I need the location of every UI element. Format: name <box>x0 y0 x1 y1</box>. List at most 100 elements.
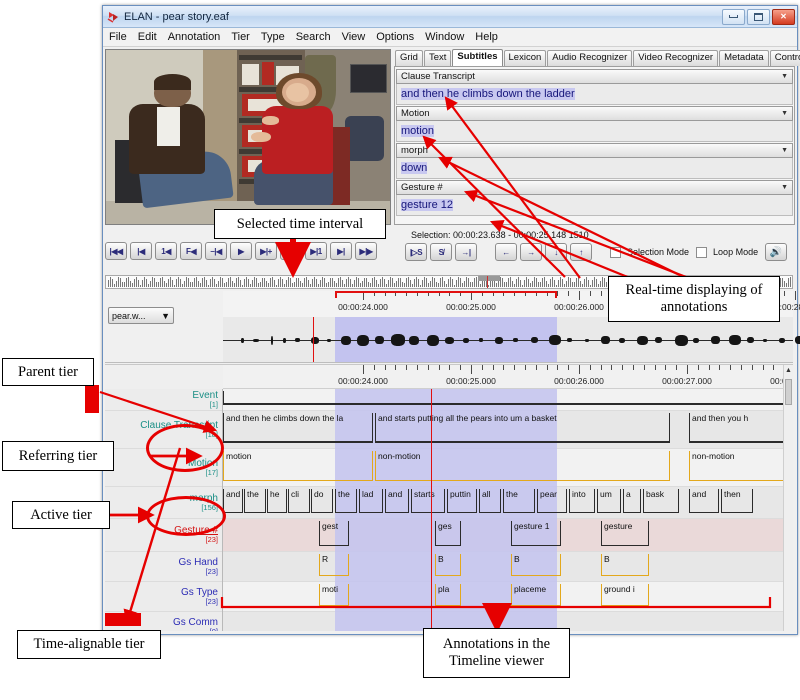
annotation-block[interactable]: he <box>267 489 287 513</box>
transport-button-3[interactable]: F◀ <box>180 242 202 260</box>
tier-row-gs-type[interactable] <box>223 582 783 612</box>
loop-mode-checkbox[interactable] <box>696 246 708 258</box>
menu-item-edit[interactable]: Edit <box>138 31 157 43</box>
tier-label-gs-type[interactable]: Gs Type [23] <box>105 582 222 612</box>
annotation-block[interactable]: cli <box>288 489 310 513</box>
annotation-block[interactable]: B <box>601 554 649 576</box>
annotation-block[interactable]: um <box>597 489 621 513</box>
subtitle-tier-selector-0[interactable]: Clause Transcript ▼ <box>396 69 793 84</box>
annotation-block[interactable]: and then you h <box>689 413 789 443</box>
annotation-block[interactable]: the <box>503 489 535 513</box>
subtitle-value-2[interactable]: down <box>396 158 793 179</box>
tier-down-button[interactable]: ↓ <box>545 243 567 261</box>
annotation-block[interactable]: do <box>311 489 333 513</box>
tab-metadata[interactable]: Metadata <box>719 50 769 66</box>
annotation-block[interactable]: and <box>385 489 409 513</box>
menu-item-options[interactable]: Options <box>376 31 414 43</box>
transport-button-8[interactable]: ▶|1 <box>305 242 327 260</box>
annotation-block[interactable]: bask <box>643 489 679 513</box>
transport-button-0[interactable]: |◀◀ <box>105 242 127 260</box>
menu-item-window[interactable]: Window <box>425 31 464 43</box>
annotation-block[interactable]: and then he climbs down the la <box>223 413 373 443</box>
previous-annotation-button[interactable]: ← <box>495 243 517 261</box>
annotation-block[interactable]: R <box>319 554 349 576</box>
tier-row-gs-hand[interactable] <box>223 552 783 582</box>
annotation-block[interactable]: then <box>721 489 753 513</box>
annotation-block[interactable]: and <box>689 489 719 513</box>
speaker-icon[interactable]: 🔊 <box>765 243 788 261</box>
annotation-block[interactable]: gesture <box>601 521 649 546</box>
tier-up-button[interactable]: ↑ <box>570 243 592 261</box>
selection-play-button[interactable]: |▷S <box>405 243 427 261</box>
tab-grid[interactable]: Grid <box>395 50 423 66</box>
subtitle-value-0[interactable]: and then he climbs down the ladder <box>396 84 793 105</box>
transport-button-2[interactable]: 1◀ <box>155 242 177 260</box>
tier-rows-area[interactable]: and then he climbs down the la and starts… <box>223 389 789 631</box>
waveform-canvas[interactable] <box>223 317 800 362</box>
transport-button-1[interactable]: |◀ <box>130 242 152 260</box>
annotation-block[interactable]: puttin <box>447 489 477 513</box>
annotation-block[interactable] <box>223 391 783 405</box>
menu-item-view[interactable]: View <box>342 31 366 43</box>
annotation-block[interactable]: gest <box>319 521 349 546</box>
tab-controls[interactable]: Controls <box>769 50 800 66</box>
tier-label-gs-hand[interactable]: Gs Hand [23] <box>105 552 222 582</box>
waveform-track-selector[interactable]: pear.w... ▼ <box>108 307 174 324</box>
scrollbar-thumb[interactable] <box>785 379 792 405</box>
timeline-ruler[interactable]: 00:00:24.000 00:00:25.000 00:00:26.000 00:0… <box>223 365 793 389</box>
annotation-block[interactable]: and <box>223 489 243 513</box>
annotation-block[interactable]: all <box>479 489 501 513</box>
annotation-block[interactable]: B <box>511 554 561 576</box>
tier-label-gs-comm[interactable]: Gs Comm [0] <box>105 612 222 631</box>
transport-button-7[interactable]: ▶F <box>280 242 302 260</box>
scroll-up-arrow[interactable]: ▲ <box>784 365 793 376</box>
subtitle-value-1[interactable]: motion <box>396 121 793 142</box>
annotation-block[interactable]: a <box>623 489 641 513</box>
tier-row-gesture-[interactable] <box>223 519 783 552</box>
menu-item-file[interactable]: File <box>109 31 127 43</box>
timeline-viewer[interactable]: 00:00:24.000 00:00:25.000 00:00:26.000 00:0… <box>105 364 793 631</box>
tab-text[interactable]: Text <box>423 50 452 66</box>
tab-lexicon[interactable]: Lexicon <box>503 50 547 66</box>
tab-audio-recognizer[interactable]: Audio Recognizer <box>547 50 633 66</box>
subtitle-tier-selector-2[interactable]: morph ▼ <box>396 143 793 158</box>
selection-mode-checkbox[interactable] <box>610 246 621 258</box>
menu-item-help[interactable]: Help <box>475 31 498 43</box>
subtitle-value-3[interactable]: gesture 12 <box>396 195 793 216</box>
annotation-block[interactable]: lad <box>359 489 383 513</box>
annotation-block[interactable]: ges <box>435 521 461 546</box>
annotation-block[interactable]: non-motion <box>375 451 670 481</box>
annotation-block[interactable]: into <box>569 489 595 513</box>
annotation-block[interactable]: B <box>435 554 461 576</box>
close-button[interactable]: ✕ <box>772 8 795 25</box>
tier-label-event[interactable]: Event [1] <box>105 389 222 411</box>
transport-button-6[interactable]: ▶|+ <box>255 242 277 260</box>
annotation-block[interactable]: starts <box>411 489 445 513</box>
clear-selection-button[interactable]: S̸ <box>430 243 452 261</box>
annotation-block[interactable]: placeme <box>511 584 561 606</box>
annotation-block[interactable]: pear <box>537 489 567 513</box>
transport-button-10[interactable]: ▶|▶ <box>355 242 377 260</box>
selection-boundary-button[interactable]: →| <box>455 243 477 261</box>
annotation-block[interactable]: non-motion <box>689 451 789 481</box>
annotation-block[interactable]: ground i <box>601 584 649 606</box>
subtitle-tier-selector-1[interactable]: Motion ▼ <box>396 106 793 121</box>
tab-video-recognizer[interactable]: Video Recognizer <box>633 50 719 66</box>
maximize-button[interactable] <box>747 8 770 25</box>
transport-button-9[interactable]: ▶| <box>330 242 352 260</box>
subtitle-tier-selector-3[interactable]: Gesture # ▼ <box>396 180 793 195</box>
timeline-vertical-scrollbar[interactable]: ▲ <box>783 365 793 631</box>
minimize-button[interactable] <box>722 8 745 25</box>
tab-subtitles[interactable]: Subtitles <box>452 49 503 66</box>
annotation-block[interactable]: and starts putting all the pears into um… <box>375 413 670 443</box>
annotation-block[interactable]: motion <box>223 451 373 481</box>
menu-item-annotation[interactable]: Annotation <box>168 31 221 43</box>
density-handle[interactable] <box>478 276 500 281</box>
annotation-block[interactable]: pla <box>435 584 461 606</box>
annotation-block[interactable]: the <box>244 489 266 513</box>
video-player-pane[interactable] <box>105 49 391 225</box>
transport-button-4[interactable]: –|◀ <box>205 242 227 260</box>
annotation-block[interactable]: moti <box>319 584 349 606</box>
annotation-block[interactable]: gesture 1 <box>511 521 561 546</box>
transport-button-5[interactable]: ▶ <box>230 242 252 260</box>
